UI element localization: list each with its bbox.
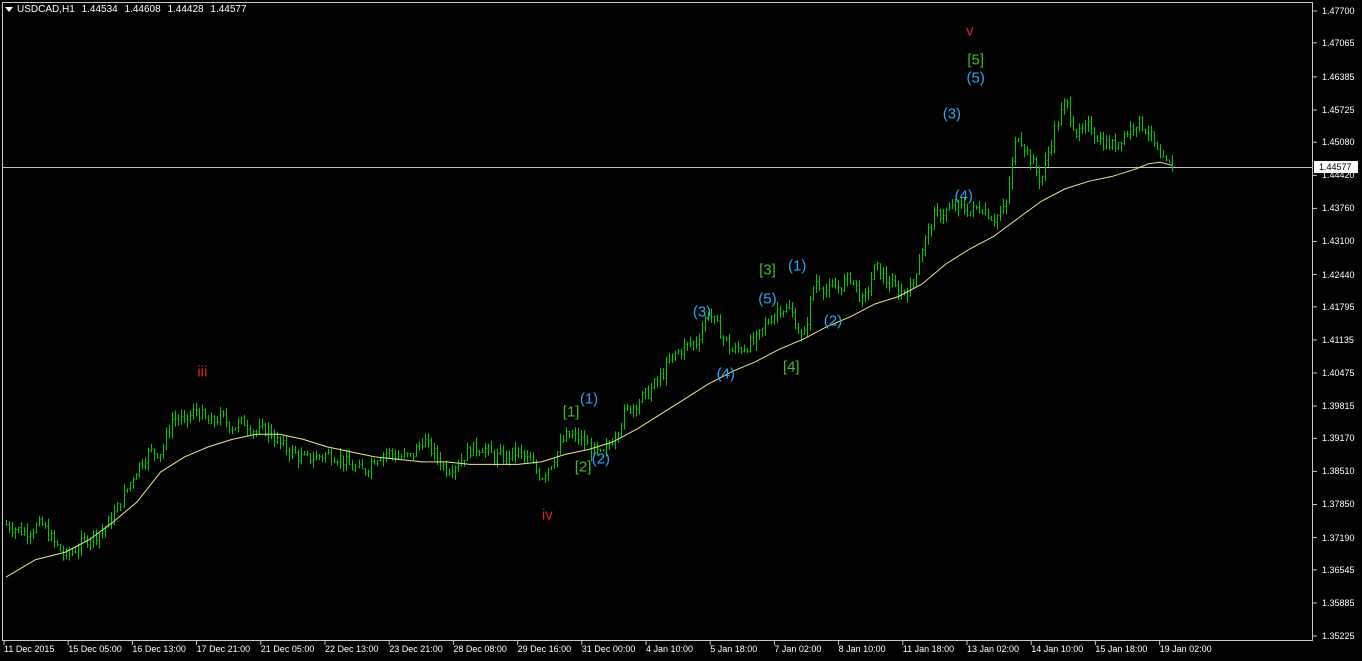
- price-tick-label: 1.41135: [1322, 334, 1354, 345]
- time-tick-label: 14 Jan 10:00: [1031, 644, 1084, 654]
- wave-label: [1]: [562, 403, 580, 421]
- time-tick-label: 11 Dec 2015: [4, 644, 55, 654]
- close-price: 1.44577: [210, 4, 247, 15]
- plot-frame: [2, 2, 1313, 641]
- price-tick-label: 1.43760: [1322, 203, 1355, 214]
- time-tick-label: 8 Jan 10:00: [838, 644, 886, 654]
- price-tick-label: 1.35885: [1322, 597, 1355, 608]
- time-tick-label: 22 Dec 13:00: [325, 644, 379, 654]
- symbol-timeframe: USDCAD,H1: [17, 4, 75, 15]
- price-tick-label: 1.45080: [1322, 137, 1355, 148]
- time-tick-label: 31 Dec 00:00: [581, 644, 636, 654]
- time-tick-label: 13 Jan 02:00: [967, 644, 1020, 654]
- time-tick-label: 7 Jan 02:00: [774, 644, 822, 654]
- time-tick-label: 28 Dec 08:00: [453, 644, 507, 654]
- time-tick-label: 29 Dec 16:00: [517, 644, 572, 654]
- wave-label: (1): [788, 257, 807, 274]
- time-tick-label: 17 Dec 21:00: [196, 644, 251, 654]
- price-tick-label: 1.38510: [1322, 466, 1355, 477]
- price-tick-label: 1.36545: [1322, 564, 1355, 575]
- wave-label: iv: [541, 506, 553, 523]
- current-price-tag: 1.44577: [1314, 161, 1358, 173]
- open-price: 1.44534: [81, 4, 118, 15]
- price-tick-label: 1.46385: [1322, 71, 1355, 82]
- wave-label: (4): [954, 187, 973, 205]
- wave-label: [4]: [782, 358, 800, 376]
- price-tick-label: 1.39170: [1322, 433, 1355, 444]
- price-tick-label: 1.37850: [1322, 499, 1355, 510]
- low-price: 1.44428: [167, 4, 204, 15]
- time-tick-label: 16 Dec 13:00: [132, 644, 186, 654]
- time-tick-label: 11 Jan 18:00: [902, 644, 955, 654]
- wave-label: (4): [716, 365, 735, 383]
- chart-header: USDCAD,H1 1.44534 1.44608 1.44428 1.4457…: [5, 4, 251, 15]
- price-tick-label: 1.47700: [1322, 6, 1355, 16]
- wave-label: (3): [942, 105, 962, 123]
- time-tick-label: 23 Dec 21:00: [389, 644, 443, 654]
- time-tick-label: 15 Jan 18:00: [1095, 644, 1148, 654]
- dropdown-triangle-icon[interactable]: [5, 6, 13, 12]
- wave-label: [3]: [759, 261, 776, 279]
- wave-label: (5): [966, 69, 985, 87]
- chart-window[interactable]: USDCAD,H1 1.44534 1.44608 1.44428 1.4457…: [0, 0, 1362, 661]
- price-tick-label: 1.40475: [1322, 367, 1355, 378]
- price-tick-label: 1.39815: [1322, 401, 1355, 412]
- time-tick-label: 4 Jan 10:00: [646, 644, 694, 654]
- wave-label: (1): [579, 390, 599, 408]
- price-tick-label: 1.45725: [1322, 104, 1355, 115]
- wave-label: [5]: [967, 51, 985, 69]
- wave-label: iii: [197, 363, 208, 381]
- price-tick-label: 1.41795: [1322, 301, 1355, 312]
- price-tick-label: 1.37190: [1322, 532, 1355, 543]
- wave-label: (3): [692, 303, 712, 321]
- wave-label: (2): [823, 312, 843, 330]
- wave-label: v: [965, 22, 974, 40]
- time-tick-label: 19 Jan 02:00: [1159, 644, 1212, 654]
- wave-label: (2): [591, 450, 611, 468]
- price-tick-label: 1.43100: [1322, 236, 1355, 247]
- time-tick-label: 21 Dec 05:00: [260, 644, 315, 654]
- time-tick-label: 15 Dec 05:00: [68, 644, 122, 654]
- price-tick-label: 1.47065: [1322, 37, 1355, 48]
- wave-label: (5): [758, 290, 777, 308]
- price-tick-label: 1.35225: [1322, 631, 1355, 641]
- wave-label: [2]: [574, 458, 592, 476]
- price-tick-label: 1.42440: [1322, 269, 1355, 280]
- time-tick-label: 5 Jan 18:00: [710, 644, 758, 654]
- high-price: 1.44608: [124, 4, 161, 15]
